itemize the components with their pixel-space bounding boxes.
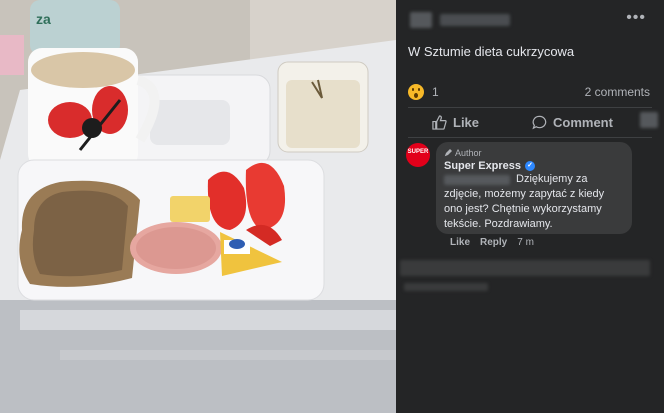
comment-reply-link[interactable]: Reply xyxy=(480,237,507,248)
post-header: ••• xyxy=(396,0,664,36)
wow-reaction-icon xyxy=(408,84,424,100)
comment-author-name[interactable]: Super Express ✓ xyxy=(444,160,536,172)
thumbs-up-icon xyxy=(432,114,447,130)
comment-button[interactable]: Comment xyxy=(532,108,613,136)
comment-actions: Like Reply 7 m xyxy=(450,237,534,248)
svg-text:za: za xyxy=(36,11,51,27)
author-tag: Author xyxy=(444,148,482,158)
blurred-reply-meta xyxy=(404,283,488,291)
facebook-post-view: za ••• W Sztumie dieta cukrzycowa 1 2 co… xyxy=(0,0,664,413)
post-panel: ••• W Sztumie dieta cukrzycowa 1 2 comme… xyxy=(396,0,664,413)
comments-count-link[interactable]: 2 comments xyxy=(585,85,650,99)
blurred-author-avatar[interactable] xyxy=(410,12,432,28)
comment-label: Comment xyxy=(553,114,613,130)
post-text: W Sztumie dieta cukrzycowa xyxy=(408,44,575,59)
speech-bubble-icon xyxy=(532,115,547,129)
author-tag-label: Author xyxy=(455,148,482,158)
like-button[interactable]: Like xyxy=(432,108,479,136)
comment-like-link[interactable]: Like xyxy=(450,237,470,248)
comment-bubble: Author Super Express ✓ Dziękujemy za zdj… xyxy=(436,142,632,234)
comment-text: Dziękujemy za zdjęcie, możemy zapytać z … xyxy=(444,173,605,230)
blurred-element xyxy=(640,112,658,128)
post-photo[interactable]: za xyxy=(0,0,396,413)
like-label: Like xyxy=(453,114,480,130)
divider xyxy=(408,137,652,138)
meal-photo-illustration: za xyxy=(0,0,396,413)
comment-time: 7 m xyxy=(517,237,534,248)
reactions-summary[interactable]: 1 xyxy=(408,84,439,100)
author-name-text: Super Express xyxy=(444,160,522,172)
more-dots-icon[interactable]: ••• xyxy=(626,10,646,26)
blurred-author-name[interactable] xyxy=(440,14,510,26)
verified-badge-icon: ✓ xyxy=(525,161,536,171)
super-express-avatar[interactable]: SUPER xyxy=(406,143,430,167)
blurred-reply-row[interactable] xyxy=(400,260,650,276)
avatar-logo-text: SUPER xyxy=(407,149,429,155)
pencil-icon xyxy=(444,149,452,157)
reaction-count: 1 xyxy=(432,85,439,99)
post-actions: Like Comment xyxy=(396,108,664,136)
